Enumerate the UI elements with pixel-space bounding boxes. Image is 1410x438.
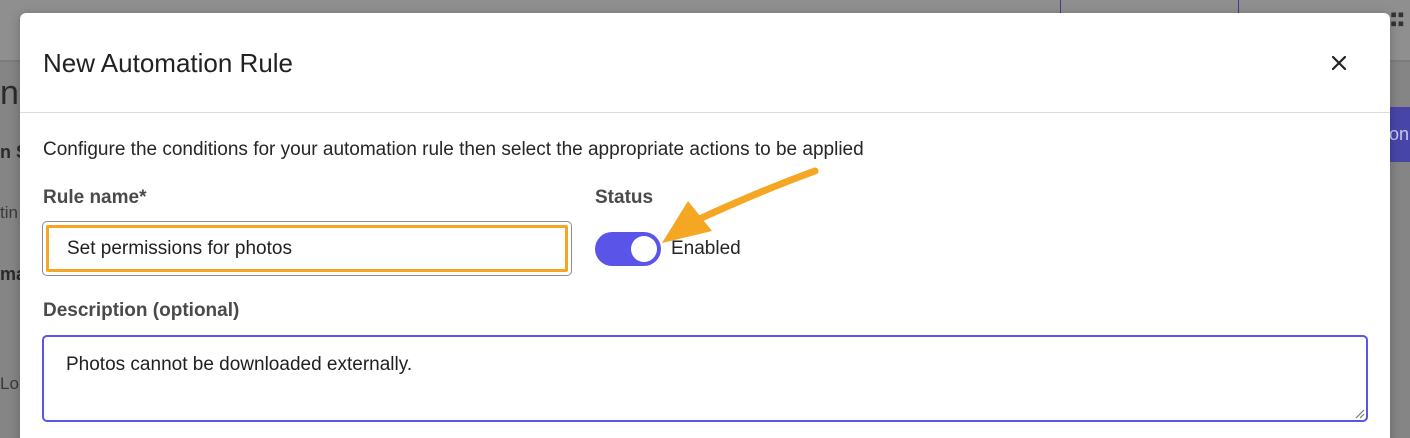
- background-section-text: Lo: [0, 374, 19, 393]
- automation-rule-modal: New Automation Rule Configure the condit…: [20, 13, 1390, 438]
- modal-intro-text: Configure the conditions for your automa…: [43, 139, 864, 160]
- status-toggle-label: Enabled: [671, 238, 741, 259]
- toggle-knob: [631, 236, 657, 262]
- status-toggle[interactable]: [595, 232, 661, 266]
- close-button[interactable]: [1325, 49, 1353, 77]
- topbar-divider: [1238, 0, 1239, 14]
- grid-icon: ▪▪ ▪▪: [1390, 7, 1405, 30]
- resize-handle-icon[interactable]: [1353, 407, 1365, 419]
- close-icon: [1331, 55, 1347, 71]
- rule-name-input[interactable]: [46, 225, 568, 272]
- modal-header: New Automation Rule: [20, 13, 1390, 113]
- background-section-text: tin: [0, 203, 18, 222]
- description-label: Description (optional): [43, 300, 240, 321]
- topbar-divider: [1060, 0, 1061, 14]
- modal-title: New Automation Rule: [43, 48, 294, 78]
- rule-name-label: Rule name*: [43, 187, 147, 208]
- rule-name-field-wrapper: [42, 221, 572, 276]
- description-textarea[interactable]: Photos cannot be downloaded externally.: [42, 335, 1368, 422]
- status-label: Status: [595, 187, 654, 208]
